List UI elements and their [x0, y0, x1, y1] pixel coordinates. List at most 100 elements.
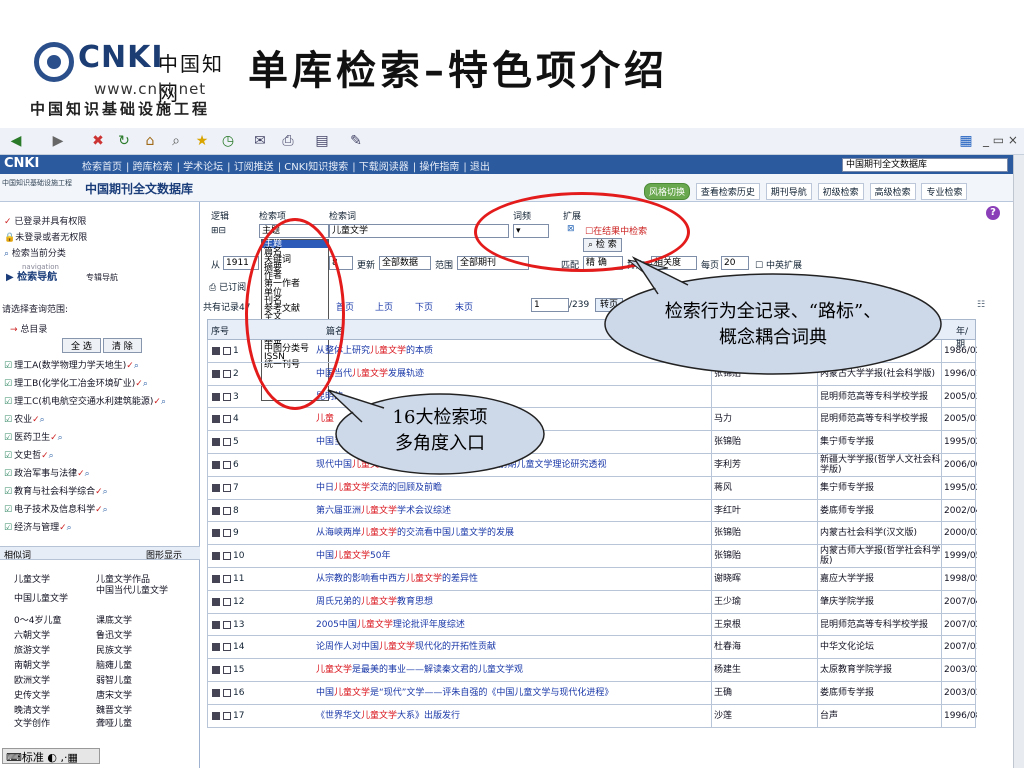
tab-search-history[interactable]: 查看检索历史 [695, 183, 760, 200]
row-checkbox[interactable] [223, 643, 231, 652]
row-checkbox[interactable] [223, 461, 231, 469]
document-icon[interactable] [212, 666, 220, 675]
vertical-scrollbar[interactable] [1013, 155, 1024, 768]
similar-word[interactable]: 0～4岁儿童 [14, 613, 61, 626]
similar-word[interactable]: 儿童文学 [14, 572, 50, 585]
journal-cell[interactable]: 昆明师范高等专科学校学报 [817, 408, 941, 431]
journal-cell[interactable]: 娄底师专学报 [817, 499, 941, 522]
total-catalog[interactable]: → 总目录 [10, 322, 47, 335]
nav-link-guide[interactable]: 操作指南 [419, 162, 459, 173]
document-icon[interactable] [212, 483, 220, 492]
search-nav-title[interactable]: ▶ 检索导航 [6, 268, 57, 283]
table-row[interactable]: 17《世界华文儿童文学大系》出版发行沙莲台声1996/08 [207, 704, 977, 728]
nav-logo[interactable]: CNKI [4, 156, 39, 171]
category-item[interactable]: 经济与管理✓⌕ [4, 520, 72, 533]
author-cell[interactable] [711, 385, 817, 408]
nav-link-reader[interactable]: 下载阅读器 [359, 162, 409, 173]
back-icon[interactable]: ◀ [6, 131, 26, 151]
ime-status-bar[interactable]: ⌨标准 ◐ ,·▦ [2, 748, 100, 764]
stop-icon[interactable]: ✖ [88, 131, 108, 151]
similar-word[interactable]: 唐宋文学 [96, 688, 132, 701]
similar-word[interactable]: 魏晋文学 [96, 703, 132, 716]
document-icon[interactable] [212, 347, 220, 355]
article-title-link[interactable]: 《世界华文 儿童文学 大系》出版发行 [316, 705, 712, 727]
document-icon[interactable] [212, 643, 220, 652]
similar-word[interactable]: 课底文学 [96, 613, 132, 626]
row-checkbox[interactable] [223, 597, 231, 606]
select-all-button[interactable]: 全 选 [62, 338, 101, 353]
row-checkbox[interactable] [223, 415, 231, 424]
journal-cell[interactable]: 太原教育学院学报 [817, 659, 941, 682]
article-title-link[interactable]: 第六届亚洲 儿童文学 学术会议综述 [316, 500, 712, 522]
author-cell[interactable]: 张锦贻 [711, 545, 817, 568]
article-title-link[interactable]: 中日 儿童文学 交流的回顾及前瞻 [316, 477, 712, 499]
journal-cell[interactable]: 内蒙古师大学报(哲学社会科学版) [817, 545, 941, 568]
update-select[interactable]: 全部数据 [379, 256, 431, 270]
forward-icon[interactable]: ▶ [48, 131, 68, 151]
journal-cell[interactable]: 新疆大学学报(哲学人文社会科学版) [817, 454, 941, 476]
row-checkbox[interactable] [223, 529, 231, 538]
similar-word[interactable]: 民族文学 [96, 643, 132, 656]
document-icon[interactable] [212, 392, 220, 401]
article-title-link[interactable]: 中国 儿童文学 是“现代”文学——评朱自强的《中国儿童文学与现代化进程》 [316, 682, 712, 704]
journal-cell[interactable]: 嘉应大学学报 [817, 568, 941, 590]
author-cell[interactable]: 王确 [711, 682, 817, 704]
similar-word[interactable]: 文学创作 [14, 716, 50, 729]
table-row[interactable]: 10中国儿童文学50年张锦贻内蒙古师大学报(哲学社会科学版)1999/05 [207, 545, 977, 568]
document-icon[interactable] [212, 711, 220, 720]
author-cell[interactable]: 沙莲 [711, 704, 817, 727]
similar-word[interactable]: 脑瘫儿童 [96, 658, 132, 671]
list-view-icon[interactable]: ☷ [977, 300, 985, 310]
similar-word[interactable]: 晚清文学 [14, 703, 50, 716]
nav-link-knowledge-search[interactable]: CNKI知识搜索 [284, 162, 348, 173]
row-checkbox[interactable] [223, 347, 231, 355]
nav-link-subscribe[interactable]: 订阅推送 [234, 162, 274, 173]
journal-cell[interactable]: 昆明师范高等专科学校学报 [817, 613, 941, 636]
row-checkbox[interactable] [223, 438, 231, 447]
row-checkbox[interactable] [223, 392, 231, 401]
author-cell[interactable]: 王少瑜 [711, 590, 817, 613]
author-cell[interactable]: 李红叶 [711, 499, 817, 522]
category-item[interactable]: 理工C(机电航空交通水利建筑能源)✓⌕ [4, 394, 166, 407]
table-row[interactable]: 14论周作人对中国儿童文学现代化的开拓性贡献杜春海中华文化论坛2007/01 [207, 636, 977, 660]
author-cell[interactable]: 张锦贻 [711, 522, 817, 545]
row-checkbox[interactable] [223, 483, 231, 492]
tab-advanced-search[interactable]: 高级检索 [869, 183, 916, 200]
row-checkbox[interactable] [223, 666, 231, 675]
window-controls[interactable]: _ ▭ × [983, 133, 1018, 147]
print-icon[interactable]: ⎙ [278, 131, 298, 151]
subscribed-link[interactable]: ⎙ 已订阅 [209, 280, 246, 293]
table-row[interactable]: 16 中国 儿童文学 是“现代”文学——评朱自强的《中国儿童文学与现代化进程》 王确 娄底… [207, 682, 977, 705]
document-icon[interactable] [212, 529, 220, 538]
row-checkbox[interactable] [223, 575, 231, 583]
similar-word[interactable]: 旅游文学 [14, 643, 50, 656]
page-number-input[interactable]: 1 [531, 298, 569, 312]
category-item[interactable]: 农业✓⌕ [4, 412, 45, 425]
document-icon[interactable] [212, 597, 220, 606]
home-icon[interactable]: ⌂ [140, 131, 160, 151]
document-icon[interactable] [212, 438, 220, 447]
author-cell[interactable]: 马力 [711, 408, 817, 431]
similar-word[interactable]: 欧洲文学 [14, 673, 50, 686]
document-icon[interactable] [212, 506, 220, 515]
graph-view-link[interactable]: 图形显示 [146, 548, 182, 561]
article-title-link[interactable]: 从海峡两岸 儿童文学 的交流看中国儿童文学的发展 [316, 522, 712, 544]
pager-prev[interactable]: 上页 [375, 300, 393, 313]
table-row[interactable]: 7中日儿童文学交流的回顾及前瞻蒋风集宁师专学报1995/02 [207, 476, 977, 500]
journal-cell[interactable]: 集宁师专学报 [817, 431, 941, 454]
category-item[interactable]: 理工A(数学物理力学天地生)✓⌕ [4, 358, 139, 371]
album-nav-link[interactable]: 专辑导航 [86, 272, 118, 283]
pager-last[interactable]: 末页 [455, 300, 473, 313]
clear-button[interactable]: 清 除 [102, 338, 142, 353]
document-icon[interactable] [212, 689, 220, 697]
journal-cell[interactable]: 内蒙古社会科学(汉文版) [817, 522, 941, 545]
tab-basic-search[interactable]: 初级检索 [817, 183, 864, 200]
article-title-link[interactable]: 儿童文学 是最美的事业——解读秦文君的儿童文学观 [316, 659, 712, 681]
similar-word[interactable]: 鲁迅文学 [96, 628, 132, 641]
favorites-icon[interactable]: ★ [192, 131, 212, 151]
author-cell[interactable]: 谢晓晖 [711, 568, 817, 590]
pager-next[interactable]: 下页 [415, 300, 433, 313]
row-checkbox[interactable] [223, 552, 231, 561]
document-icon[interactable] [212, 461, 220, 469]
category-item[interactable]: 理工B(化学化工冶金环境矿业)✓⌕ [4, 376, 148, 389]
